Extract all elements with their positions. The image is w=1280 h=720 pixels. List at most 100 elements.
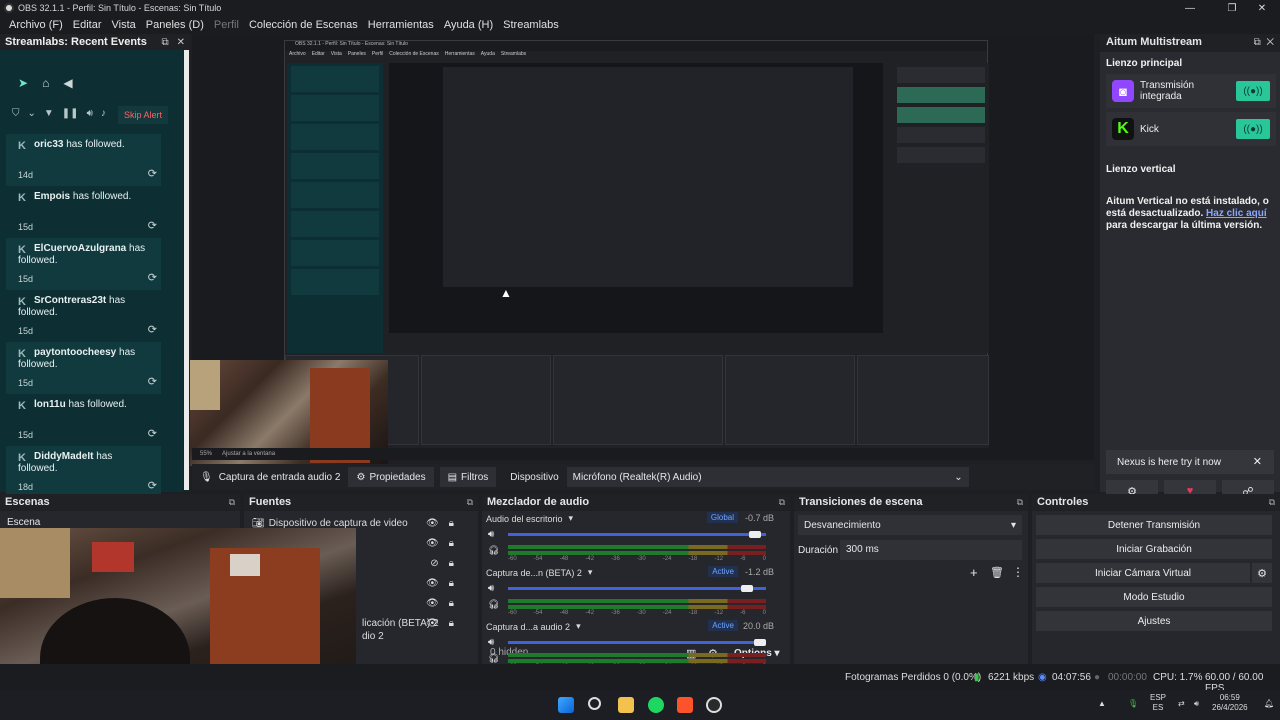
brave-icon[interactable]	[677, 697, 693, 713]
skip-alert-button[interactable]: Skip Alert	[118, 106, 168, 124]
eye-icon[interactable]: 👁︎	[426, 618, 439, 629]
pause-icon[interactable]: ❚❚	[62, 108, 79, 119]
eye-icon[interactable]: 👁︎	[426, 518, 439, 529]
menu-ayuda[interactable]: Ayuda (H)	[439, 19, 498, 31]
trash-icon[interactable]: 🗑︎	[990, 566, 1004, 579]
eye-icon[interactable]: 👁︎	[426, 578, 439, 589]
megaphone-icon[interactable]: ◀	[63, 76, 72, 90]
lock-icon[interactable]: 🔒︎	[449, 538, 454, 549]
menu-perfil[interactable]: Perfil	[209, 19, 244, 31]
eye-icon[interactable]: 👁︎	[426, 598, 439, 609]
eye-slash-icon[interactable]: ⊘	[430, 558, 438, 569]
close-icon[interactable]: ✕	[1266, 37, 1274, 48]
headphone-icon[interactable]: 🎧︎	[488, 653, 499, 664]
float-icon[interactable]: ⧉	[161, 37, 168, 48]
menu-archivo[interactable]: Archivo (F)	[4, 19, 68, 31]
volume-icon[interactable]: 🔊︎	[1194, 699, 1199, 709]
close-icon[interactable]: ✕	[1253, 455, 1262, 468]
lock-icon[interactable]: 🔒︎	[449, 558, 454, 569]
volume-slider[interactable]	[508, 587, 766, 590]
lock-icon[interactable]: 🔒︎	[449, 598, 454, 609]
dock-close-icon[interactable]: ✕	[177, 37, 185, 48]
replay-icon[interactable]: ⟳	[148, 479, 157, 492]
chevron-down-icon[interactable]: ▾	[569, 513, 574, 524]
duration-input[interactable]: 300 ms	[840, 540, 1022, 560]
volume-icon[interactable]: 🔊︎	[87, 108, 93, 119]
lock-icon[interactable]: 🔒︎	[449, 618, 454, 629]
minimize-icon[interactable]: —	[1172, 0, 1208, 16]
network-icon[interactable]: ⇄	[1178, 699, 1185, 709]
menu-herramientas[interactable]: Herramientas	[363, 19, 439, 31]
replay-icon[interactable]: ⟳	[148, 427, 157, 440]
replay-icon[interactable]: ⟳	[148, 271, 157, 284]
gear-icon[interactable]: ⚙	[1252, 563, 1272, 583]
bell-icon[interactable]: ♪	[101, 108, 106, 119]
fit-window[interactable]: Ajustar a la ventana	[222, 451, 275, 457]
float-icon[interactable]: ⧉	[779, 497, 785, 508]
menu-streamlabs[interactable]: Streamlabs	[498, 19, 564, 31]
spotify-icon[interactable]	[648, 697, 664, 713]
nexus-banner[interactable]: Nexus is here try it now ✕	[1106, 450, 1274, 474]
chevron-down-icon[interactable]: ▾	[588, 567, 593, 578]
speaker-icon[interactable]: 🔊︎	[488, 529, 494, 540]
folder-icon[interactable]	[618, 697, 634, 713]
headphone-icon[interactable]: 🎧︎	[488, 599, 499, 610]
scene-item[interactable]: Escena	[7, 517, 40, 528]
start-recording-button[interactable]: Iniciar Grabación	[1036, 539, 1272, 559]
transition-select[interactable]: Desvanecimiento ▾	[798, 515, 1022, 535]
menu-editar[interactable]: Editar	[68, 19, 107, 31]
properties-button[interactable]: ⚙ Propiedades	[348, 467, 434, 487]
eye-icon[interactable]: 👁︎	[426, 538, 439, 549]
lock-icon[interactable]: 🔒︎	[449, 578, 454, 589]
stream-toggle[interactable]: ((●))	[1236, 81, 1270, 101]
device-select[interactable]: Micrófono (Realtek(R) Audio) ⌄	[566, 467, 969, 487]
studio-mode-button[interactable]: Modo Estudio	[1036, 587, 1272, 607]
more-icon[interactable]: ⋮	[1012, 565, 1024, 579]
menu-vista[interactable]: Vista	[107, 19, 141, 31]
replay-icon[interactable]: ⟳	[148, 167, 157, 180]
replay-icon[interactable]: ⟳	[148, 219, 157, 232]
preview-canvas[interactable]: OBS 32.1.1 - Perfil: Sin Título - Escena…	[190, 34, 1094, 466]
clock[interactable]: 06:59 26/4/2026	[1212, 693, 1248, 713]
volume-knob[interactable]	[754, 639, 766, 646]
settings-button[interactable]: Ajustes	[1036, 611, 1272, 631]
chevron-down-icon[interactable]: ▾	[576, 621, 581, 632]
virtual-camera-button[interactable]: Iniciar Cámara Virtual	[1036, 563, 1250, 583]
menu-paneles[interactable]: Paneles (D)	[141, 19, 209, 31]
close-icon[interactable]: ✕	[1244, 0, 1280, 16]
chevron-up-icon[interactable]: ▲	[1098, 699, 1106, 709]
zoom-level[interactable]: 55%	[200, 451, 212, 457]
replay-icon[interactable]: ⟳	[148, 375, 157, 388]
float-icon[interactable]: ⧉	[467, 497, 473, 508]
float-icon[interactable]: ⧉	[1269, 497, 1275, 508]
menu-coleccion[interactable]: Colección de Escenas	[244, 19, 363, 31]
volume-knob[interactable]	[748, 531, 761, 538]
speaker-icon[interactable]: 🔊︎	[488, 637, 494, 648]
filter-icon[interactable]: ▼	[44, 108, 54, 119]
notification-icon[interactable]: 🔔︎	[1264, 699, 1274, 709]
send-icon[interactable]: ➤	[18, 76, 28, 90]
search-icon[interactable]	[588, 697, 601, 710]
volume-knob[interactable]	[741, 585, 754, 592]
windows-start-icon[interactable]	[558, 697, 574, 713]
stop-stream-button[interactable]: Detener Transmisión	[1036, 515, 1272, 535]
volume-slider[interactable]	[508, 641, 766, 644]
replay-icon[interactable]: ⟳	[148, 323, 157, 336]
float-icon[interactable]: ⧉	[1017, 497, 1023, 508]
float-icon[interactable]: ⧉	[1254, 37, 1261, 48]
speaker-icon[interactable]: 🔊︎	[488, 583, 494, 594]
download-link[interactable]: Haz clic aquí	[1206, 208, 1267, 219]
float-icon[interactable]: ⧉	[229, 497, 235, 508]
mic-icon[interactable]: 🎙︎	[1128, 699, 1138, 709]
plus-icon[interactable]: +	[970, 565, 978, 580]
volume-slider[interactable]	[508, 533, 766, 536]
headphone-icon[interactable]: 🎧︎	[488, 545, 499, 556]
filters-button[interactable]: ▤ Filtros	[439, 467, 497, 487]
shield-icon[interactable]: ⛉	[12, 108, 20, 119]
stream-toggle[interactable]: ((●))	[1236, 119, 1270, 139]
obs-icon[interactable]	[706, 697, 722, 713]
chevron-down-icon[interactable]: ⌄	[28, 108, 36, 119]
lock-icon[interactable]: 🔒︎	[449, 518, 454, 529]
gift-icon[interactable]: ⌂	[42, 76, 49, 90]
language-indicator[interactable]: ESP ES	[1150, 693, 1166, 713]
